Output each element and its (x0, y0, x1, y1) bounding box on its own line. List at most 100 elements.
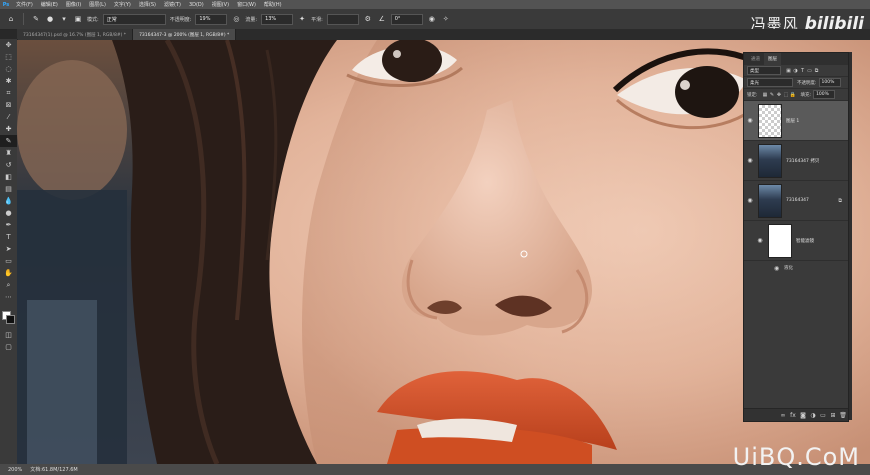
airbrush-icon[interactable]: ✦ (297, 14, 307, 24)
visibility-eye-icon[interactable]: ◉ (754, 237, 766, 244)
link-layers-icon[interactable]: ∞ (778, 412, 788, 419)
delete-layer-icon[interactable]: 🗑 (838, 412, 848, 419)
document-tabs: 73164347(1).psd @ 16.7% (图层 1, RGB/8#) *… (17, 29, 870, 40)
menu-file[interactable]: 文件(F) (12, 1, 37, 8)
path-select-tool-icon[interactable]: ➤ (0, 243, 17, 255)
layer-opacity-field[interactable]: 100% (818, 78, 841, 87)
brush-tool-icon[interactable]: ✎ (0, 135, 17, 147)
stamp-tool-icon[interactable]: ♜ (0, 147, 17, 159)
eraser-tool-icon[interactable]: ◧ (0, 171, 17, 183)
tab-channels[interactable]: 通道 (747, 53, 764, 65)
eyedropper-tool-icon[interactable]: ⁄ (0, 111, 17, 123)
gear-icon[interactable]: ⚙ (363, 14, 373, 24)
brush-icon[interactable]: ✎ (31, 14, 41, 24)
move-tool-icon[interactable]: ✥ (0, 39, 17, 51)
visibility-eye-icon[interactable]: ◉ (744, 157, 756, 164)
background-color-swatch[interactable] (6, 315, 15, 324)
frame-tool-icon[interactable]: ⊠ (0, 99, 17, 111)
menu-window[interactable]: 窗口(W) (233, 1, 260, 8)
menu-layer[interactable]: 图层(L) (85, 1, 110, 8)
add-mask-icon[interactable]: ◙ (798, 412, 808, 419)
layer-row[interactable]: ◉ 智能滤镜 (744, 221, 848, 261)
hand-tool-icon[interactable]: ✋ (0, 267, 17, 279)
menu-select[interactable]: 选择(S) (135, 1, 160, 8)
photoshop-logo[interactable]: Ps (0, 0, 12, 9)
type-filter-icon[interactable]: T (799, 68, 806, 74)
dodge-tool-icon[interactable]: ● (0, 207, 17, 219)
layer-filter-row: 类型 ▣ ◑ T ▭ ⧉ (744, 65, 848, 77)
lock-pixels-icon[interactable]: ▦ (762, 92, 769, 98)
menu-bar: Ps 文件(F) 编辑(E) 图像(I) 图层(L) 文字(Y) 选择(S) 滤… (0, 0, 870, 9)
menu-filter[interactable]: 滤镜(T) (160, 1, 185, 8)
symmetry-icon[interactable]: ✧ (441, 14, 451, 24)
pixel-filter-icon[interactable]: ▣ (785, 68, 792, 74)
pen-tool-icon[interactable]: ✒ (0, 219, 17, 231)
layer-thumbnail (758, 143, 782, 178)
layer-row[interactable]: ◉ 73164347 拷贝 (744, 141, 848, 181)
new-group-icon[interactable]: ▭ (818, 412, 828, 419)
lock-position-icon[interactable]: ✥ (776, 92, 783, 98)
layers-panel: 通道 图层 类型 ▣ ◑ T ▭ ⧉ 柔光 不透明度: 100% 锁定: ▦ ✎… (743, 52, 849, 422)
tab-layers[interactable]: 图层 (764, 53, 781, 65)
smart-object-filter-icon[interactable]: ⧉ (813, 68, 820, 74)
layer-row[interactable]: ◉ 图层 1 (744, 101, 848, 141)
lock-artboard-icon[interactable]: ⬚ (783, 92, 790, 98)
home-icon[interactable]: ⌂ (6, 14, 16, 24)
layer-row[interactable]: ◉ 73164347 ⧉ (744, 181, 848, 221)
layer-name: 73164347 拷贝 (786, 158, 820, 164)
marquee-tool-icon[interactable]: ⬚ (0, 51, 17, 63)
adjustment-filter-icon[interactable]: ◑ (792, 68, 799, 74)
gradient-tool-icon[interactable]: ▤ (0, 183, 17, 195)
layer-thumbnail (758, 103, 782, 138)
divider (23, 13, 24, 25)
visibility-eye-icon[interactable]: ◉ (744, 197, 756, 204)
visibility-eye-icon[interactable]: ◉ (774, 265, 784, 272)
menu-edit[interactable]: 编辑(E) (37, 1, 62, 8)
menu-type[interactable]: 文字(Y) (110, 1, 135, 8)
lock-all-icon[interactable]: 🔒 (790, 92, 797, 98)
mode-select[interactable]: 正常 (102, 13, 166, 25)
pressure-opacity-icon[interactable]: ◎ (231, 14, 241, 24)
zoom-tool-icon[interactable]: ⌕ (0, 279, 17, 291)
quick-mask-icon[interactable]: ◫ (0, 329, 17, 341)
tab-document-2[interactable]: 73164347-3 @ 200% (图层 1, RGB/8#) * (133, 29, 237, 40)
angle-icon[interactable]: ∠ (377, 14, 387, 24)
quick-select-tool-icon[interactable]: ✱ (0, 75, 17, 87)
tab-document-1[interactable]: 73164347(1).psd @ 16.7% (图层 1, RGB/8#) * (17, 29, 134, 40)
menu-view[interactable]: 视图(V) (208, 1, 233, 8)
screen-mode-icon[interactable]: ▢ (0, 341, 17, 353)
healing-tool-icon[interactable]: ✚ (0, 123, 17, 135)
smart-object-icon: ⧉ (838, 197, 842, 204)
crop-tool-icon[interactable]: ⌗ (0, 87, 17, 99)
type-tool-icon[interactable]: T (0, 231, 17, 243)
lasso-tool-icon[interactable]: ◌ (0, 63, 17, 75)
zoom-level[interactable]: 200% (8, 467, 22, 473)
adjustment-layer-icon[interactable]: ◑ (808, 412, 818, 419)
chevron-down-icon[interactable]: ▾ (59, 14, 69, 24)
smart-filter-row[interactable]: ◉ 液化 (744, 261, 848, 275)
filter-name: 液化 (784, 266, 793, 271)
brush-preset-icon[interactable]: ● (45, 14, 55, 24)
angle-field[interactable]: 0° (390, 13, 423, 25)
history-brush-tool-icon[interactable]: ↺ (0, 159, 17, 171)
menu-3d[interactable]: 3D(D) (185, 2, 208, 8)
menu-help[interactable]: 帮助(H) (260, 1, 286, 8)
shape-filter-icon[interactable]: ▭ (806, 68, 813, 74)
menu-image[interactable]: 图像(I) (62, 1, 85, 8)
blur-tool-icon[interactable]: 💧 (0, 195, 17, 207)
opacity-field[interactable]: 19% (195, 13, 228, 25)
brush-panel-icon[interactable]: ▣ (73, 14, 83, 24)
fill-field[interactable]: 100% (813, 90, 836, 99)
layer-style-icon[interactable]: fx (788, 412, 798, 419)
blend-mode-select[interactable]: 柔光 (747, 78, 793, 87)
smoothing-field[interactable] (326, 13, 359, 25)
kind-filter-select[interactable]: 类型 (747, 66, 781, 75)
visibility-eye-icon[interactable]: ◉ (744, 117, 756, 124)
lock-paint-icon[interactable]: ✎ (769, 92, 776, 98)
new-layer-icon[interactable]: ⊞ (828, 412, 838, 419)
edit-toolbar-icon[interactable]: ⋯ (0, 291, 17, 303)
pressure-size-icon[interactable]: ◉ (427, 14, 437, 24)
flow-field[interactable]: 13% (261, 13, 294, 25)
shape-tool-icon[interactable]: ▭ (0, 255, 17, 267)
layer-name: 73164347 (786, 198, 809, 203)
